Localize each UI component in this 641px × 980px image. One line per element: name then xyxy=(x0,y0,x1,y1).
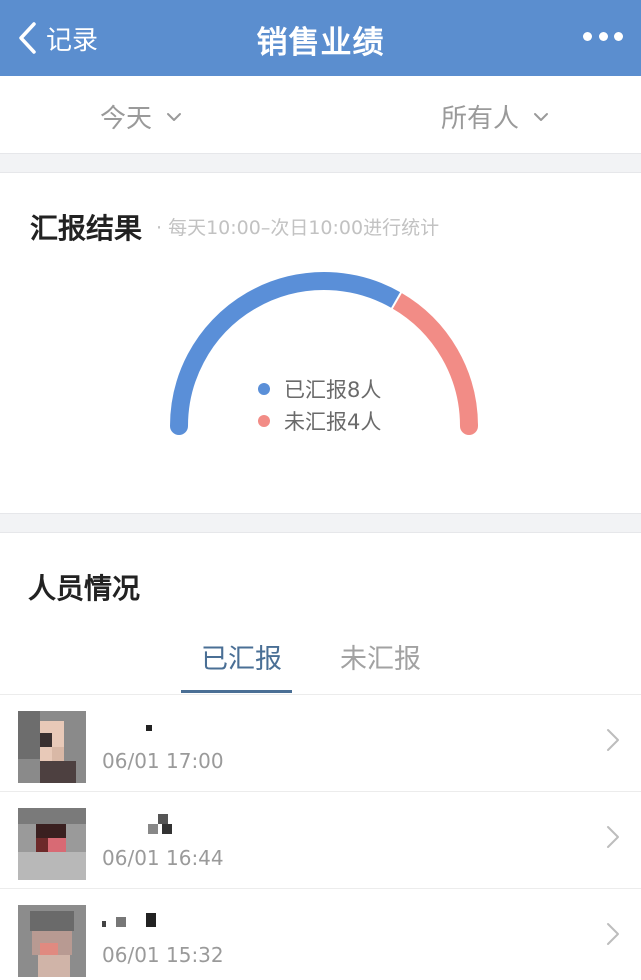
report-time: 06/01 16:44 xyxy=(102,846,224,870)
avatar xyxy=(18,711,86,783)
more-dots-icon xyxy=(583,31,592,41)
tab-active-indicator xyxy=(181,690,292,693)
chart-legend: 已汇报8人 未汇报4人 xyxy=(258,373,381,437)
date-filter-dropdown[interactable]: 今天 xyxy=(100,98,182,135)
avatar xyxy=(18,905,86,977)
tab-reported[interactable]: 已汇报 xyxy=(201,637,282,676)
legend-item-unreported: 未汇报4人 xyxy=(258,405,381,437)
filter-bar: 今天 所有人 xyxy=(0,76,641,154)
list-item[interactable]: 06/01 17:00 xyxy=(0,695,641,792)
gauge-segment-unreported xyxy=(391,292,478,427)
person-filter-dropdown[interactable]: 所有人 xyxy=(441,98,549,135)
legend-label: 已汇报8人 xyxy=(284,378,382,402)
list-item[interactable]: 06/01 16:44 xyxy=(0,792,641,889)
chevron-down-icon xyxy=(167,112,182,121)
legend-dot xyxy=(258,415,270,427)
legend-dot xyxy=(258,383,270,395)
more-dots-icon xyxy=(614,31,623,41)
people-card: 人员情况 已汇报 未汇报 06/01 17:00 06/01 16:44 06/… xyxy=(0,532,641,980)
chevron-right-icon xyxy=(607,923,619,945)
legend-label: 未汇报4人 xyxy=(284,410,382,434)
page-title: 销售业绩 xyxy=(256,25,385,61)
name-redacted xyxy=(146,725,152,731)
date-filter-label: 今天 xyxy=(100,104,153,134)
name-redacted xyxy=(102,913,156,927)
chevron-right-icon xyxy=(607,826,619,848)
more-dots-icon xyxy=(598,31,608,41)
tab-unreported[interactable]: 未汇报 xyxy=(340,637,421,676)
chevron-right-icon xyxy=(607,729,619,751)
people-title: 人员情况 xyxy=(28,572,141,605)
report-gauge-chart xyxy=(170,272,478,435)
report-time: 06/01 15:32 xyxy=(102,943,224,967)
chevron-down-icon xyxy=(534,112,549,121)
name-redacted xyxy=(148,814,172,834)
person-filter-label: 所有人 xyxy=(441,104,520,134)
legend-item-reported: 已汇报8人 xyxy=(258,373,381,405)
report-time: 06/01 17:00 xyxy=(102,749,224,773)
list-item[interactable]: 06/01 15:32 xyxy=(0,889,641,980)
avatar xyxy=(18,808,86,880)
more-button[interactable] xyxy=(583,26,623,46)
navbar: 记录 销售业绩 xyxy=(0,0,641,76)
report-card: 汇报结果 · 每天10:00–次日10:00进行统计 已汇报8人 未汇报4人 xyxy=(0,172,641,514)
gauge-segment-end-cap xyxy=(460,417,478,435)
